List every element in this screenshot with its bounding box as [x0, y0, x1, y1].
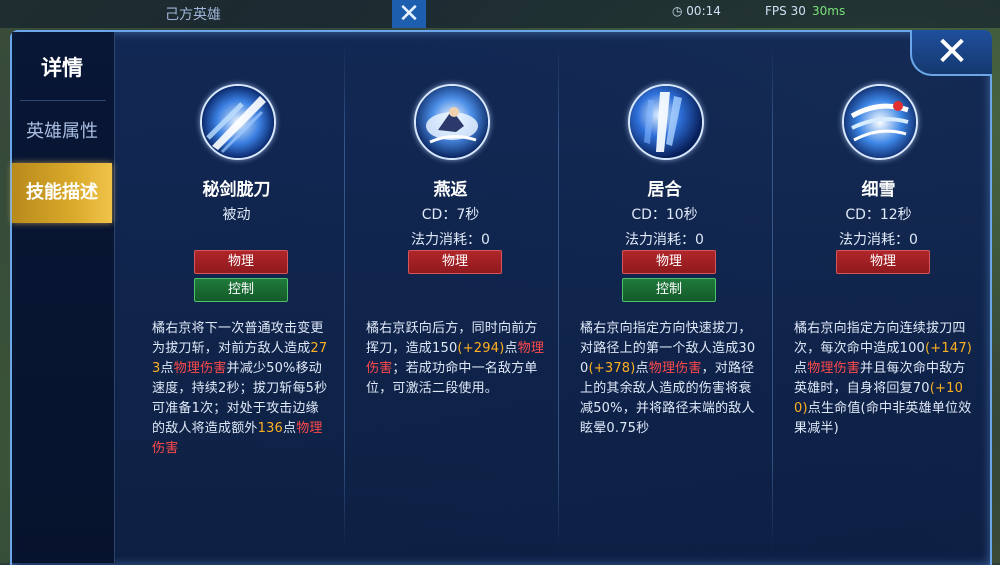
- skill-card-1: 燕返 CD：7秒 法力消耗：0 物理 橘右京跃向后方，同时向前方挥刀，造成150…: [344, 32, 557, 563]
- skill-name: 居合: [647, 180, 682, 200]
- timer-value: 00:14: [686, 4, 721, 18]
- skill-description: 橘右京跃向后方，同时向前方挥刀，造成150(+294)点物理伤害；若成功命中一名…: [366, 319, 546, 399]
- sidebar-title: 详情: [41, 56, 83, 80]
- skill-cooldown: CD：10秒: [631, 207, 698, 223]
- description-text: 点: [504, 341, 518, 356]
- dash-slash-icon: [628, 84, 704, 160]
- team-label: 己方英雄: [165, 7, 221, 23]
- skill-name: 燕返: [433, 180, 468, 200]
- tab-skill-description[interactable]: 技能描述: [12, 163, 112, 223]
- sidebar-divider: [20, 100, 106, 101]
- damage-type: 物理伤害: [807, 361, 861, 376]
- skill-mana-cost: 法力消耗：0: [411, 232, 490, 248]
- damage-type: 物理伤害: [173, 361, 227, 376]
- top-hud: 己方英雄 ✕ ◷ 00:14 FPS 30 30ms: [0, 0, 1000, 28]
- column-divider: [344, 42, 345, 552]
- description-text: 点: [160, 361, 174, 376]
- column-divider: [558, 42, 559, 552]
- skill-name: 秘剑胧刀: [202, 180, 271, 200]
- control-badge: 控制: [194, 278, 288, 302]
- leap-back-icon: [414, 84, 490, 160]
- ping-indicator: 30ms: [812, 4, 846, 18]
- damage-value: 136: [257, 421, 284, 436]
- description-text: 点: [283, 421, 297, 436]
- description-text: 点: [635, 361, 649, 376]
- details-dialog: ✕ 详情 英雄属性 技能描述 秘剑胧刀 被动 物理 控制 橘右京将下一次普通攻击…: [10, 30, 992, 565]
- fps-counter: FPS 30: [765, 4, 806, 18]
- skill-cooldown: CD：7秒: [421, 207, 480, 223]
- skill-mana-cost: 法力消耗：0: [839, 232, 918, 248]
- damage-value: (+378): [588, 361, 636, 376]
- physical-badge: 物理: [836, 250, 930, 274]
- details-sidebar: 详情 英雄属性 技能描述: [12, 32, 115, 563]
- skill-mana-cost: 法力消耗：0: [625, 232, 704, 248]
- multi-slash-icon: [842, 84, 918, 160]
- match-timer: ◷ 00:14: [672, 4, 721, 18]
- damage-value: (+294): [457, 341, 505, 356]
- description-text: 点: [794, 361, 808, 376]
- hud-x-icon: ✕: [392, 0, 426, 28]
- skill-card-passive: 秘剑胧刀 被动 物理 控制 橘右京将下一次普通攻击变更为拔刀斩，对前方敌人造成2…: [130, 32, 343, 563]
- description-text: 橘右京将下一次普通攻击变更为拔刀斩，对前方敌人造成: [152, 321, 324, 356]
- skill-name: 细雪: [861, 180, 896, 200]
- physical-badge: 物理: [408, 250, 502, 274]
- damage-value: (+147): [925, 341, 973, 356]
- tab-hero-attributes[interactable]: 英雄属性: [12, 102, 112, 162]
- damage-type: 物理伤害: [648, 361, 702, 376]
- skill-description: 橘右京向指定方向快速拔刀，对路径上的第一个敌人造成300(+378)点物理伤害，…: [580, 319, 760, 439]
- skill-card-3: 细雪 CD：12秒 法力消耗：0 物理 橘右京向指定方向连续拔刀四次，每次命中造…: [772, 32, 985, 563]
- sword-slash-icon: [200, 84, 276, 160]
- skill-card-2: 居合 CD：10秒 法力消耗：0 物理 控制 橘右京向指定方向快速拔刀，对路径上…: [558, 32, 771, 563]
- description-text: 点生命值(命中非英雄单位效果减半): [794, 401, 972, 436]
- skill-type: 被动: [222, 207, 251, 223]
- description-text: ；若成功命中一名敌方单位，可激活二段使用。: [366, 361, 538, 396]
- physical-badge: 物理: [194, 250, 288, 274]
- skill-cooldown: CD：12秒: [845, 207, 912, 223]
- skill-description: 橘右京向指定方向连续拔刀四次，每次命中造成100(+147)点物理伤害并且每次命…: [794, 319, 974, 439]
- skill-list: 秘剑胧刀 被动 物理 控制 橘右京将下一次普通攻击变更为拔刀斩，对前方敌人造成2…: [130, 32, 984, 563]
- physical-badge: 物理: [622, 250, 716, 274]
- control-badge: 控制: [622, 278, 716, 302]
- column-divider: [772, 42, 773, 552]
- skill-description: 橘右京将下一次普通攻击变更为拔刀斩，对前方敌人造成273点物理伤害并减少50%移…: [152, 319, 332, 459]
